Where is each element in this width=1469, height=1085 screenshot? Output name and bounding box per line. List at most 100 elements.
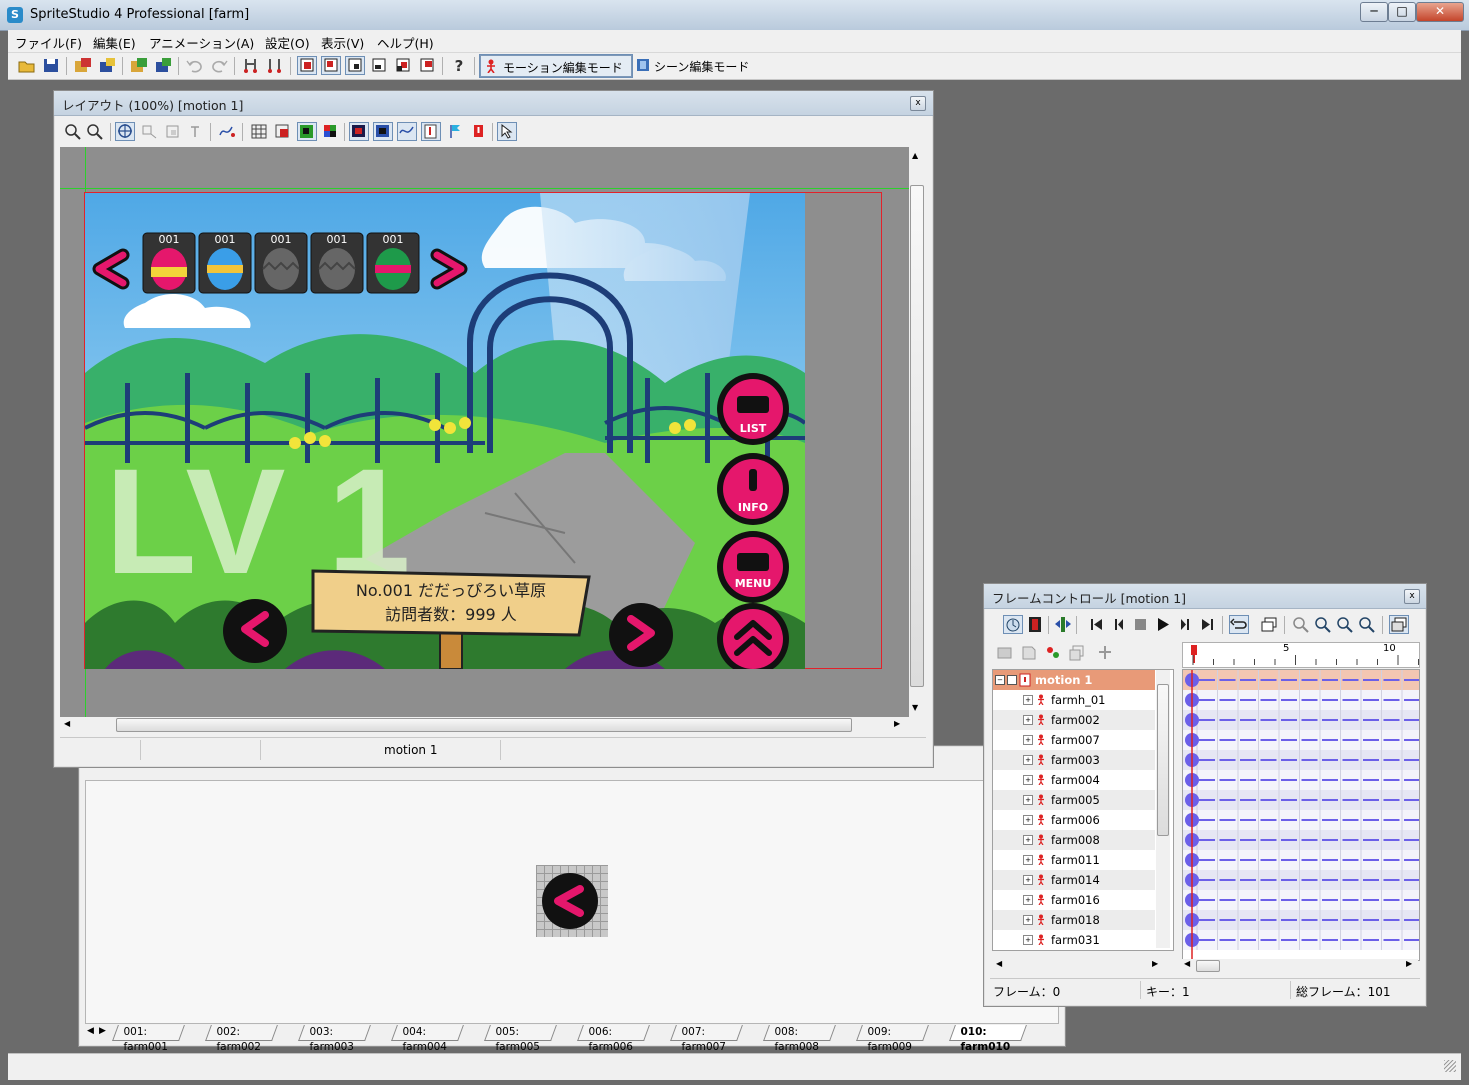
grid-icon[interactable]	[250, 123, 268, 140]
zoom-frame-2-icon[interactable]	[1314, 616, 1332, 633]
zoom-out-icon[interactable]	[86, 123, 104, 140]
cell-tab-005[interactable]: 005: farm005	[484, 1025, 557, 1053]
next-frame-icon[interactable]	[1176, 616, 1194, 633]
keyframe-hscrollbar[interactable]: ◀ ▶	[1182, 959, 1418, 973]
layer-1-icon[interactable]	[297, 56, 317, 75]
layer-2-icon[interactable]	[321, 56, 341, 75]
menu-view[interactable]: 表示(V)	[321, 33, 364, 52]
layer-3-icon[interactable]	[345, 56, 365, 75]
tree-part-row[interactable]: + farmh_01	[993, 690, 1155, 710]
tree-part-row[interactable]: + farm011	[993, 850, 1155, 870]
frame-icon[interactable]	[274, 123, 292, 140]
menu-help[interactable]: ヘルプ(H)	[377, 33, 434, 52]
play-icon[interactable]	[1154, 616, 1172, 633]
undo-icon[interactable]	[186, 57, 204, 74]
expand-icon[interactable]: +	[1023, 875, 1033, 885]
expand-icon[interactable]: +	[1023, 895, 1033, 905]
save-icon[interactable]	[42, 57, 60, 74]
image-export-icon[interactable]	[154, 57, 172, 74]
tree-part-row[interactable]: + farm031	[993, 930, 1155, 950]
cell-tab-010-active[interactable]: 010: farm010	[949, 1025, 1027, 1053]
layout-vscroll-thumb[interactable]	[910, 185, 924, 687]
display-mode-1-icon[interactable]	[349, 122, 369, 141]
color-palette-icon[interactable]	[322, 123, 340, 140]
tree-part-row[interactable]: + farm003	[993, 750, 1155, 770]
expand-icon[interactable]: +	[1023, 715, 1033, 725]
layer-4-icon[interactable]	[370, 57, 388, 74]
cell-tab-004[interactable]: 004: farm004	[391, 1025, 464, 1053]
key-scroll-thumb[interactable]	[1196, 960, 1220, 972]
part-tree-scrollbar[interactable]	[1156, 670, 1170, 948]
tree-part-row[interactable]: + farm014	[993, 870, 1155, 890]
copy-part-icon[interactable]	[1020, 644, 1038, 661]
select-cursor-icon[interactable]	[497, 122, 517, 141]
layout-hscroll-thumb[interactable]	[116, 718, 852, 732]
expand-icon[interactable]: +	[1023, 695, 1033, 705]
keyframe-grid[interactable]	[1182, 669, 1420, 961]
tree-part-row[interactable]: + farm002	[993, 710, 1155, 730]
redo-icon[interactable]	[210, 57, 228, 74]
cell-tab-007[interactable]: 007: farm007	[670, 1025, 743, 1053]
expand-icon[interactable]: +	[1023, 735, 1033, 745]
menu-settings[interactable]: 設定(O)	[265, 33, 310, 52]
tree-part-row[interactable]: + farm016	[993, 890, 1155, 910]
cell-tab-003[interactable]: 003: farm003	[298, 1025, 371, 1053]
menu-file[interactable]: ファイル(F)	[15, 33, 82, 52]
layout-horizontal-scrollbar[interactable]: ◀ ▶	[60, 717, 909, 733]
pivot-tool-icon[interactable]	[188, 123, 206, 140]
expand-icon[interactable]: +	[1023, 855, 1033, 865]
key-scroll-right-icon[interactable]: ▶	[1406, 959, 1412, 968]
open-folder-icon[interactable]	[18, 57, 36, 74]
expand-icon[interactable]: +	[1023, 915, 1033, 925]
panel-toggle-icon[interactable]	[1389, 615, 1409, 634]
layout-canvas[interactable]: LV 1 001 001 001 001 001 LIST INFO MENU …	[60, 147, 909, 717]
curve-tool-icon[interactable]	[218, 123, 236, 140]
part-tree-scroll-thumb[interactable]	[1157, 684, 1169, 836]
expand-icon[interactable]: +	[1023, 775, 1033, 785]
tree-part-row[interactable]: + farm005	[993, 790, 1155, 810]
tree-part-row[interactable]: + farm008	[993, 830, 1155, 850]
tab-scroll-left-icon[interactable]: ◀	[87, 1026, 94, 1036]
scroll-left-icon[interactable]: ◀	[64, 719, 70, 728]
cell-map-canvas[interactable]	[85, 780, 1059, 1024]
maximize-button[interactable]: □	[1388, 2, 1416, 22]
cell-tab-002[interactable]: 002: farm002	[205, 1025, 278, 1053]
collapse-icon[interactable]: −	[995, 675, 1005, 685]
link-part-icon[interactable]	[1044, 644, 1062, 661]
expand-icon[interactable]: +	[1023, 935, 1033, 945]
motion-edit-mode-button[interactable]: モーション編集モード	[479, 54, 633, 78]
frame-close-button[interactable]: x	[1404, 589, 1420, 604]
alert-icon[interactable]	[470, 123, 488, 140]
cell-tab-006[interactable]: 006: farm006	[577, 1025, 650, 1053]
tree-part-row[interactable]: + farm007	[993, 730, 1155, 750]
close-button[interactable]: ✕	[1416, 2, 1464, 22]
stop-icon[interactable]	[1132, 616, 1150, 633]
display-mode-2-icon[interactable]	[373, 122, 393, 141]
scroll-down-icon[interactable]: ▼	[912, 703, 918, 712]
scroll-right-icon[interactable]: ▶	[894, 719, 900, 728]
zoom-frame-4-icon[interactable]	[1358, 616, 1376, 633]
insert-frame-icon[interactable]	[1054, 616, 1072, 633]
zoom-frame-3-icon[interactable]	[1336, 616, 1354, 633]
part-tree-hscrollbar[interactable]: ◀ ▶	[992, 959, 1172, 973]
duplicate-part-icon[interactable]	[1068, 644, 1086, 661]
tab-scroll-right-icon[interactable]: ▶	[99, 1026, 106, 1036]
joint-tool-icon[interactable]	[242, 57, 260, 74]
tree-part-row[interactable]: + farm004	[993, 770, 1155, 790]
scale-tool-icon[interactable]	[164, 123, 182, 140]
scene-edit-mode-button[interactable]: シーン編集モード	[634, 55, 764, 75]
layout-close-button[interactable]: x	[910, 96, 926, 111]
onion-skin-icon[interactable]	[1003, 615, 1023, 634]
move-tool-icon[interactable]	[115, 122, 135, 141]
expand-icon[interactable]: +	[1023, 815, 1033, 825]
expand-icon[interactable]: +	[1023, 835, 1033, 845]
flag-icon[interactable]	[446, 123, 464, 140]
display-curve-icon[interactable]	[397, 122, 417, 141]
expand-icon[interactable]: +	[1023, 755, 1033, 765]
help-icon[interactable]: ?	[450, 57, 468, 75]
tree-root-motion[interactable]: − motion 1	[993, 670, 1155, 690]
key-scroll-left-icon[interactable]: ◀	[1184, 959, 1190, 968]
film-strip-icon[interactable]	[1026, 616, 1044, 633]
first-frame-icon[interactable]	[1088, 616, 1106, 633]
tree-part-row[interactable]: + farm006	[993, 810, 1155, 830]
